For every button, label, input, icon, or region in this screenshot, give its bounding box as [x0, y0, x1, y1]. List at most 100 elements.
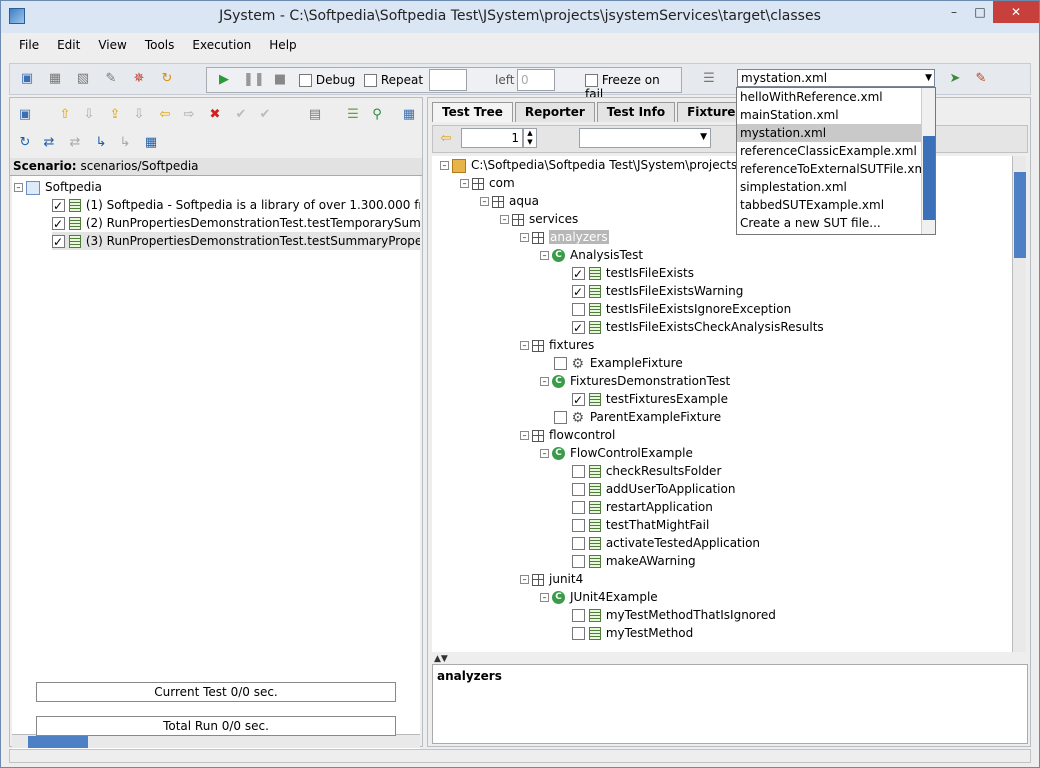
- move-right-icon[interactable]: ⇨: [180, 106, 198, 124]
- filter-combo[interactable]: ▼: [579, 128, 711, 148]
- test-node[interactable]: testIsFileExistsIgnoreException: [572, 300, 791, 318]
- test-checkbox[interactable]: [572, 555, 585, 568]
- play-icon[interactable]: ▶: [215, 71, 233, 89]
- uncheck-icon[interactable]: ✔: [256, 106, 274, 124]
- tree-vertical-scrollbar[interactable]: [1012, 156, 1026, 652]
- test-node[interactable]: addUserToApplication: [572, 480, 735, 498]
- item-checkbox[interactable]: [52, 197, 65, 215]
- collapse-icon[interactable]: –: [520, 575, 529, 584]
- test-checkbox[interactable]: [572, 519, 585, 532]
- scenario-item[interactable]: (1) Softpedia - Softpedia is a library o…: [52, 196, 420, 215]
- tree-node[interactable]: – flowcontrol: [520, 426, 615, 444]
- tree-scroll-thumb[interactable]: [1014, 172, 1026, 258]
- scenario-item-selected[interactable]: (3) RunPropertiesDemonstrationTest.testS…: [52, 232, 420, 251]
- repeat-checkbox[interactable]: [364, 74, 377, 87]
- test-node[interactable]: myTestMethodThatIsIgnored: [572, 606, 776, 624]
- test-checkbox[interactable]: [572, 609, 585, 622]
- tree-node[interactable]: – junit4: [520, 570, 583, 588]
- test-checkbox[interactable]: [572, 265, 585, 283]
- tree-root[interactable]: – C:\Softpedia\Softpedia Test\JSystem\pro…: [440, 156, 764, 174]
- minimize-button[interactable]: –: [941, 1, 967, 23]
- menu-execution[interactable]: Execution: [183, 35, 260, 57]
- back-icon[interactable]: ⇦: [437, 130, 455, 148]
- sut-option-selected[interactable]: mystation.xml: [737, 124, 935, 142]
- test-node[interactable]: testThatMightFail: [572, 516, 709, 534]
- properties-icon[interactable]: ▤: [306, 106, 324, 124]
- repeat-count-input[interactable]: [429, 69, 467, 91]
- tree-node[interactable]: – C FlowControlExample: [540, 444, 693, 462]
- dropdown-scrollbar[interactable]: [921, 88, 935, 234]
- collapse-icon[interactable]: –: [500, 215, 509, 224]
- flow-icon[interactable]: ⇄: [40, 134, 58, 152]
- menu-help[interactable]: Help: [260, 35, 305, 57]
- check-icon[interactable]: ✔: [232, 106, 250, 124]
- import-icon[interactable]: ➤: [946, 70, 964, 88]
- tab-reporter[interactable]: Reporter: [514, 102, 595, 122]
- tree-node[interactable]: – C FixturesDemonstrationTest: [540, 372, 730, 390]
- edit-icon[interactable]: ✎: [102, 70, 120, 88]
- fixture-node[interactable]: ⚙ ExampleFixture: [554, 354, 683, 372]
- sut-option[interactable]: tabbedSUTExample.xml: [737, 196, 935, 214]
- test-node[interactable]: myTestMethod: [572, 624, 693, 642]
- spinner-arrows[interactable]: ▲ ▼: [523, 128, 537, 148]
- table-icon[interactable]: ▦: [142, 134, 160, 152]
- collapse-icon[interactable]: –: [520, 431, 529, 440]
- item-checkbox[interactable]: [52, 215, 65, 233]
- refresh-scenario-icon[interactable]: ↻: [16, 134, 34, 152]
- move-top-icon[interactable]: ⇪: [106, 106, 124, 124]
- chevron-down-icon[interactable]: ▼: [925, 70, 932, 86]
- test-node[interactable]: checkResultsFolder: [572, 462, 721, 480]
- sut-option[interactable]: simplestation.xml: [737, 178, 935, 196]
- chevron-down-icon[interactable]: ▼: [700, 132, 707, 142]
- test-checkbox[interactable]: [572, 319, 585, 337]
- test-node[interactable]: testFixturesExample: [572, 390, 728, 409]
- sut-option[interactable]: helloWithReference.xml: [737, 88, 935, 106]
- test-checkbox[interactable]: [572, 465, 585, 478]
- collapse-icon[interactable]: –: [460, 179, 469, 188]
- branch-icon[interactable]: ↳: [92, 134, 110, 152]
- test-node[interactable]: testIsFileExists: [572, 264, 694, 283]
- menu-edit[interactable]: Edit: [48, 35, 89, 57]
- fixture-checkbox[interactable]: [554, 357, 567, 370]
- collapse-icon[interactable]: –: [14, 183, 23, 192]
- pause-icon[interactable]: ❚❚: [243, 71, 265, 89]
- collapse-icon[interactable]: –: [540, 377, 549, 386]
- page-spinner[interactable]: 1: [461, 128, 523, 148]
- test-checkbox[interactable]: [572, 483, 585, 496]
- new-scenario-icon[interactable]: ▣: [18, 70, 36, 88]
- sut-option[interactable]: mainStation.xml: [737, 106, 935, 124]
- test-checkbox[interactable]: [572, 627, 585, 640]
- test-node[interactable]: restartApplication: [572, 498, 713, 516]
- maximize-button[interactable]: □: [967, 1, 993, 23]
- flow-disabled-icon[interactable]: ⇄: [66, 134, 84, 152]
- test-checkbox[interactable]: [572, 537, 585, 550]
- debug-checkbox[interactable]: [299, 74, 312, 87]
- scenario-item[interactable]: (2) RunPropertiesDemonstrationTest.testT…: [52, 214, 420, 233]
- test-checkbox[interactable]: [572, 303, 585, 316]
- branch-disabled-icon[interactable]: ↳: [116, 134, 134, 152]
- move-left-icon[interactable]: ⇦: [156, 106, 174, 124]
- debug-toggle[interactable]: Debug: [299, 73, 355, 87]
- list-icon[interactable]: ☰: [344, 106, 362, 124]
- collapse-icon[interactable]: –: [520, 341, 529, 350]
- delete-icon[interactable]: ✖: [206, 106, 224, 124]
- sut-option[interactable]: referenceToExternalSUTFile.xml: [737, 160, 935, 178]
- repeat-toggle[interactable]: Repeat: [364, 73, 423, 87]
- test-checkbox[interactable]: [572, 391, 585, 409]
- tree-node[interactable]: – fixtures: [520, 336, 594, 354]
- tree-node[interactable]: – com: [460, 174, 515, 192]
- menu-file[interactable]: File: [10, 35, 48, 57]
- test-node[interactable]: testIsFileExistsCheckAnalysisResults: [572, 318, 824, 337]
- dropdown-scroll-thumb[interactable]: [923, 136, 935, 220]
- fixture-checkbox[interactable]: [554, 411, 567, 424]
- sut-select[interactable]: mystation.xml ▼: [737, 69, 935, 87]
- refresh-icon[interactable]: ↻: [158, 70, 176, 88]
- sut-option-create-new[interactable]: Create a new SUT file...: [737, 214, 935, 232]
- collapse-icon[interactable]: –: [540, 449, 549, 458]
- scenario-icon[interactable]: ▣: [16, 106, 34, 124]
- close-button[interactable]: ✕: [993, 1, 1039, 23]
- save-icon[interactable]: ▦: [46, 70, 64, 88]
- scroll-thumb[interactable]: [28, 736, 88, 748]
- search-icon[interactable]: ⚲: [368, 106, 386, 124]
- reload-classes-icon[interactable]: ✵: [130, 70, 148, 88]
